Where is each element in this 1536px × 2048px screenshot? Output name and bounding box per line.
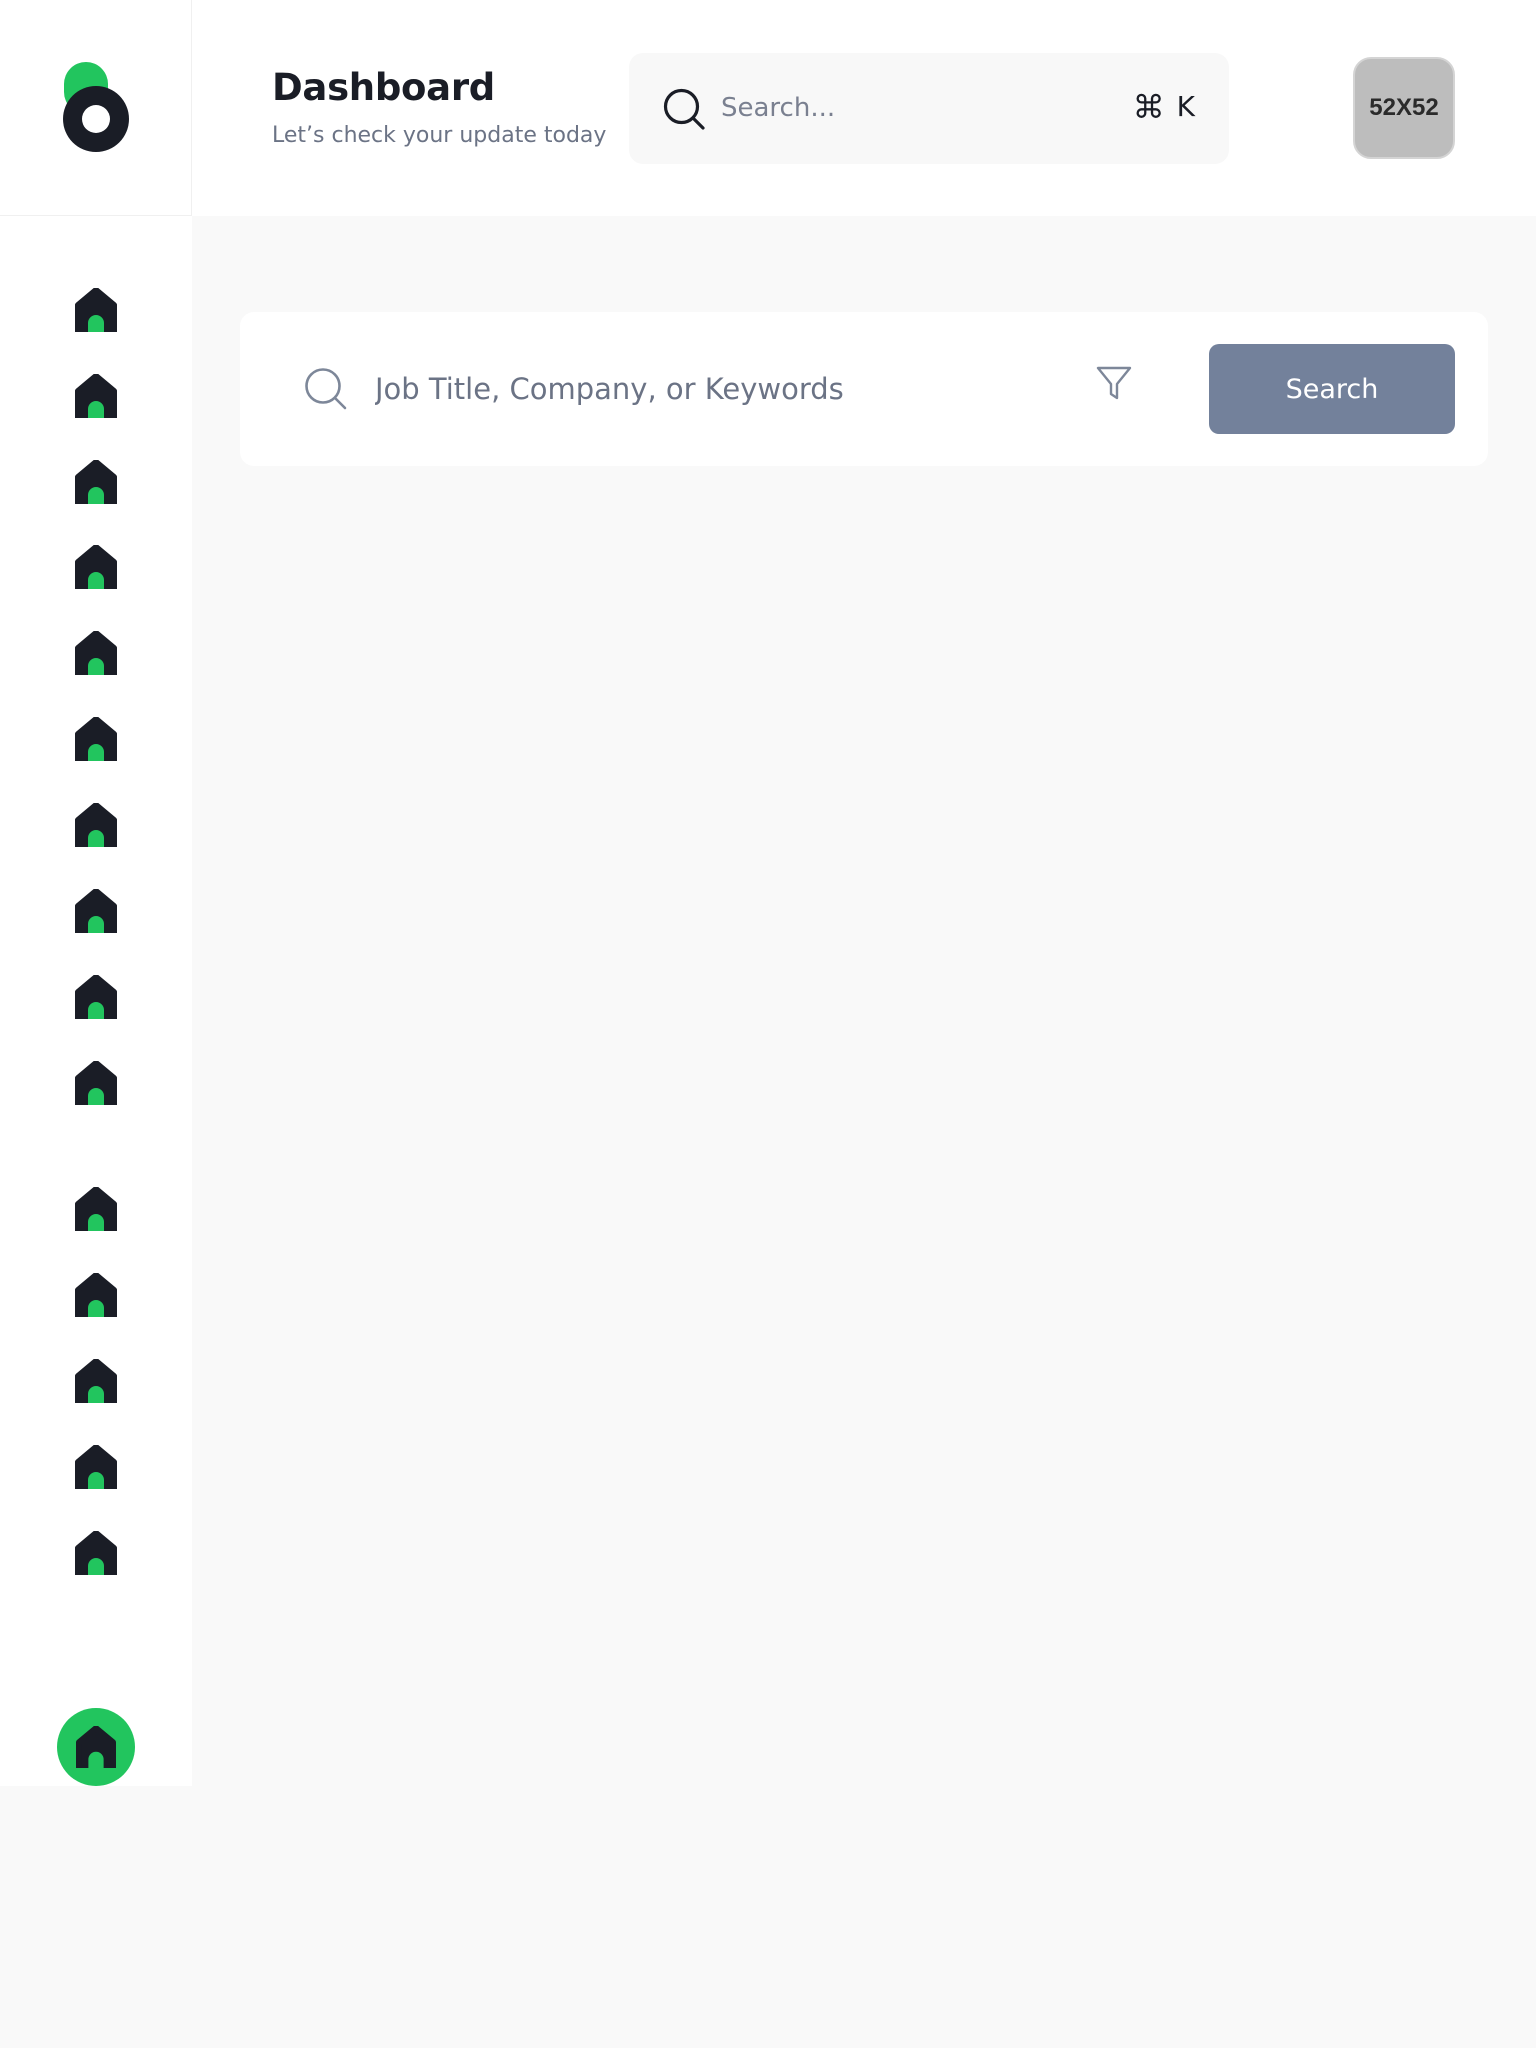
sidebar-item-1[interactable] <box>75 288 117 332</box>
sidebar-item-2[interactable] <box>75 374 117 418</box>
page-subtitle: Let’s check your update today <box>272 123 607 148</box>
sidebar-item-13[interactable] <box>75 1359 117 1403</box>
avatar[interactable]: 52X52 <box>1353 57 1455 159</box>
sidebar-item-9[interactable] <box>75 975 117 1019</box>
sidebar-item-6[interactable] <box>75 717 117 761</box>
sidebar-item-3[interactable] <box>75 460 117 504</box>
home-icon <box>75 1061 117 1105</box>
sidebar-item-8[interactable] <box>75 889 117 933</box>
home-icon <box>75 460 117 504</box>
home-icon <box>75 1187 117 1231</box>
home-icon <box>75 717 117 761</box>
sidebar-item-active[interactable] <box>57 1708 135 1786</box>
home-icon <box>75 975 117 1019</box>
sidebar-item-7[interactable] <box>75 803 117 847</box>
sidebar-item-12[interactable] <box>75 1273 117 1317</box>
sidebar-item-10[interactable] <box>75 1061 117 1105</box>
home-icon <box>75 545 117 589</box>
home-icon <box>75 1531 117 1575</box>
home-icon <box>75 288 117 332</box>
sidebar-item-5[interactable] <box>75 631 117 675</box>
home-icon <box>75 631 117 675</box>
shortcut-key: K <box>1176 90 1195 123</box>
home-icon <box>75 803 117 847</box>
sidebar <box>0 0 192 1786</box>
home-icon <box>75 889 117 933</box>
home-icon <box>76 1726 116 1768</box>
logo-area <box>0 0 192 216</box>
sidebar-item-15[interactable] <box>75 1531 117 1575</box>
top-header: Dashboard Let’s check your update today … <box>192 0 1536 216</box>
global-search[interactable]: ⌘ K <box>629 53 1229 164</box>
search-button[interactable]: Search <box>1209 344 1455 434</box>
job-search-bar: Search <box>240 312 1488 466</box>
global-search-input[interactable] <box>721 83 1081 133</box>
search-icon <box>663 88 705 130</box>
search-shortcut: ⌘ K <box>1132 88 1195 126</box>
home-icon <box>75 1445 117 1489</box>
sidebar-item-14[interactable] <box>75 1445 117 1489</box>
filter-icon[interactable] <box>1094 363 1134 403</box>
command-key-icon: ⌘ <box>1132 88 1165 126</box>
sidebar-item-4[interactable] <box>75 545 117 589</box>
home-icon <box>75 1273 117 1317</box>
brand-logo[interactable] <box>63 62 129 152</box>
sidebar-item-11[interactable] <box>75 1187 117 1231</box>
home-icon <box>75 374 117 418</box>
page-title: Dashboard <box>272 66 495 109</box>
search-icon <box>305 368 347 410</box>
home-icon <box>75 1359 117 1403</box>
job-search-input[interactable] <box>375 362 915 416</box>
